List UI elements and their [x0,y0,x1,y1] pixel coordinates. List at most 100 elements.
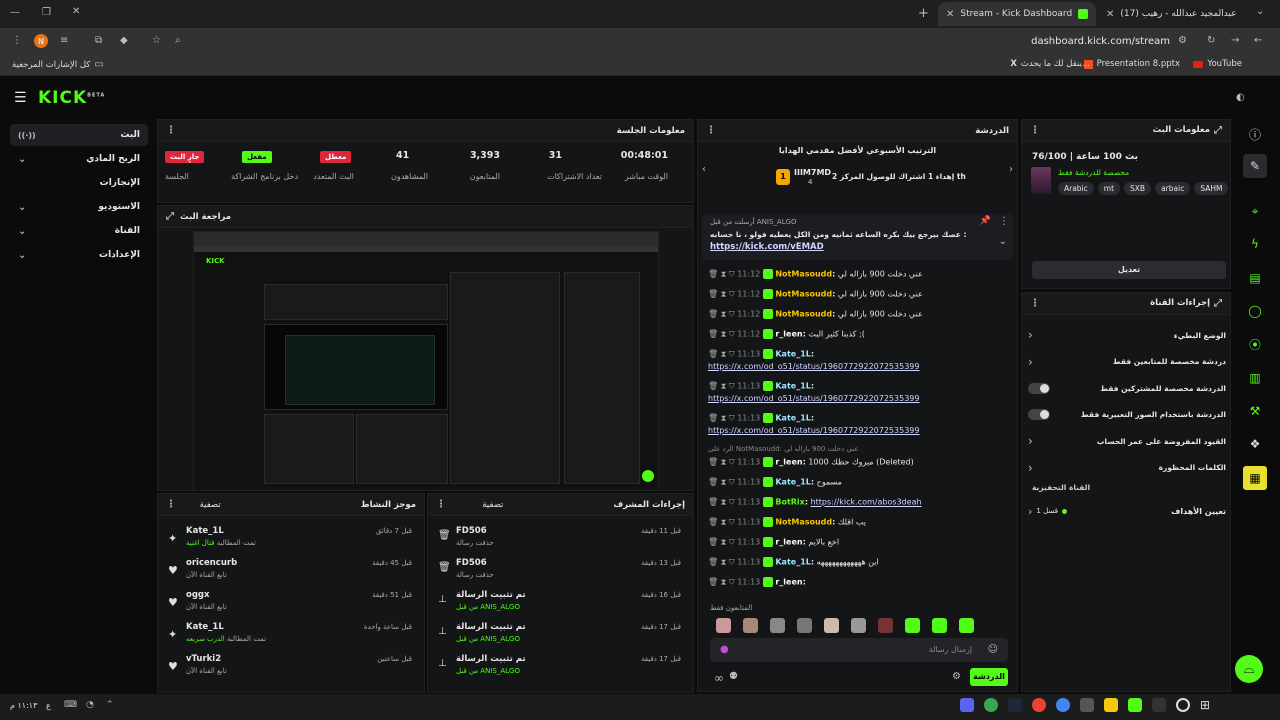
trash-icon[interactable]: 🗑 [708,330,718,339]
sidebar-item-channel[interactable]: ⌄ القناة [10,220,148,242]
chat-message[interactable]: 🗑 ⧗ ⛉ 11:13 NotMasoudd: يب اقلك [698,517,1017,528]
set-goals-row[interactable]: › قسل 1 تعيين الأهداف [1028,502,1226,520]
message-user[interactable]: NotMasoudd [775,518,832,527]
shield-icon[interactable]: ⛉ [729,382,735,391]
moon-icon[interactable]: ◐ [1236,92,1245,103]
chat-bubble-icon[interactable]: ◯ [1243,299,1267,323]
chat-message[interactable]: 🗑 ⧗ ⛉ 11:13 Kate_1L: ابن ههههههههههههه [698,557,1017,568]
explorer-icon[interactable] [1104,698,1118,712]
shield-icon[interactable]: ⛉ [729,310,735,319]
store-icon[interactable] [1152,698,1166,712]
chat-message[interactable]: 🗑 ⧗ ⛉ 11:13 Kate_1L: [698,413,1017,424]
trash-icon[interactable]: 🗑 [708,478,718,487]
timeout-icon[interactable]: ⧗ [721,270,727,279]
gear-icon[interactable]: ⚙ [952,671,961,682]
language-indicator[interactable]: ع [46,701,51,710]
sidebar-item-achievements[interactable]: الإنجازات [10,172,148,194]
chat-message[interactable]: 🗑 ⧗ ⛉ 11:12 r_leen: كذبنا كثير البث ;( [698,329,1017,340]
chat-message[interactable]: 🗑 ⧗ ⛉ 11:13 r_leen: مبروك حظك 1000 (Dele… [698,457,1017,468]
activity-item[interactable]: ♥ vTurki2 تابع القناة الآن قبل ساعتين [158,652,424,682]
more-options-icon[interactable]: ⋮ [436,499,446,510]
more-options-icon[interactable]: ⋮ [706,125,716,136]
search-icon[interactable] [1176,698,1190,712]
tag[interactable]: SAHM [1194,182,1229,195]
bookmark-youtube[interactable]: YouTube [1193,59,1242,69]
message-user[interactable]: NotMasoudd [775,310,832,319]
shield-icon[interactable]: ⛉ [729,578,735,587]
viewer-avatar[interactable] [743,618,758,633]
chat-message[interactable]: 🗑 ⧗ ⛉ 11:13 Kate_1L: [698,349,1017,360]
viewer-avatar[interactable] [851,618,866,633]
timeout-icon[interactable]: ⧗ [721,498,727,507]
edit-stream-button[interactable]: تعديل [1032,261,1226,279]
stream-video-player[interactable]: KICK [193,231,659,491]
forward-icon[interactable]: → [1231,35,1239,46]
bookmark-presentation[interactable]: Presentation 8.pptx [1083,59,1180,69]
trash-icon[interactable]: 🗑 [708,518,718,527]
chat-input[interactable]: ● إرسال رسالة ☺ [710,638,1008,662]
message-link[interactable]: https://x.com/od_o51/status/196077292207… [698,426,1017,435]
activity-item[interactable]: ✦ Kate_1L تمت المطالبة الدرب سريعه قبل ساعة… [158,620,424,650]
chat-message[interactable]: 🗑 ⧗ ⛉ 11:12 NotMasoudd: عني دخلت 900 باز… [698,309,1017,320]
trash-icon[interactable]: 🗑 [708,382,718,391]
shield-icon[interactable]: ⛉ [729,498,735,507]
sidebar-item-monetization[interactable]: ⌄ الربح المادي [10,148,148,170]
viewer-avatar[interactable] [824,618,839,633]
app-icon[interactable] [1080,698,1094,712]
loop-icon[interactable]: ∞ [714,671,724,685]
trash-icon[interactable]: 🗑 [708,270,718,279]
channel-action-item[interactable]: › الوضع البطيء [1028,326,1226,344]
pinned-link[interactable]: https://kick.com/vEMAD [710,242,824,252]
install-icon[interactable]: ⧉ [95,35,102,46]
menu-dots-icon[interactable]: ⋮ [12,35,22,46]
channel-action-item[interactable]: › دردشة مخصصة للمتابعين فقط [1028,353,1226,371]
expand-icon[interactable]: ⤢ [166,211,174,222]
message-user[interactable]: Kate_1L [775,414,811,423]
chat-message[interactable]: 🗑 ⧗ ⛉ 11:12 NotMasoudd: عني دخلت 900 باز… [698,269,1017,280]
trash-icon[interactable]: 🗑 [708,458,718,467]
shield-icon[interactable]: ⛉ [729,330,735,339]
message-user[interactable]: r_leen [775,538,802,547]
shield-icon[interactable]: ⛉ [729,558,735,567]
shield-icon[interactable]: ⛉ [729,290,735,299]
tab-kick-dashboard[interactable]: ✕ Stream - Kick Dashboard [938,2,1096,26]
chat-message[interactable]: 🗑 ⧗ ⛉ 11:12 NotMasoudd: عني دخلت 900 باز… [698,289,1017,300]
mod-action-item[interactable]: 🗑 FD506 حذفت رسالة قبل 13 دقيقة [428,556,693,586]
trash-icon[interactable]: 🗑 [708,558,718,567]
viewer-avatar[interactable] [959,618,974,633]
mod-action-item[interactable]: 🗑 FD506 حذفت رسالة قبل 11 دقيقة [428,524,693,554]
chrome-icon[interactable] [984,698,998,712]
url-field[interactable]: dashboard.kick.com/stream [1000,36,1170,47]
category-name[interactable]: مخصصة للدردشة فقط [1058,168,1129,177]
message-link[interactable]: https://x.com/od_o51/status/196077292207… [698,362,1017,371]
emoji-icon[interactable]: ☺ [988,644,998,655]
message-user[interactable]: Kate_1L [775,350,811,359]
trash-icon[interactable]: 🗑 [708,310,718,319]
shield-icon[interactable]: ⛉ [729,538,735,547]
restore-icon[interactable]: ❐ [42,7,51,18]
close-window-icon[interactable]: ✕ [72,6,80,17]
trash-icon[interactable]: 🗑 [708,578,718,587]
site-settings-icon[interactable]: ⚙ [1178,35,1187,46]
shield-icon[interactable]: ⛉ [729,458,735,467]
kick-app-icon[interactable] [1128,698,1142,712]
new-tab-icon[interactable]: + [918,6,929,21]
users-icon[interactable]: ⚉ [729,671,738,682]
tab-search-icon[interactable]: ⌄ [1256,6,1264,17]
trash-icon[interactable]: 🗑 [708,350,718,359]
discord-icon[interactable] [960,698,974,712]
chevron-up-icon[interactable]: ⌃ [106,700,114,710]
kick-logo[interactable]: KICKBETA [38,88,105,108]
extensions-icon[interactable]: ≡ [60,35,68,46]
minimize-icon[interactable]: — [10,7,20,18]
message-link[interactable]: https://x.com/od_o51/status/196077292207… [698,394,1017,403]
sidebar-item-stream[interactable]: ((·)) البث [10,124,148,146]
timeout-icon[interactable]: ⧗ [721,558,727,567]
message-user[interactable]: r_leen [775,578,802,587]
sidebar-item-settings[interactable]: ⌄ الإعدادات [10,244,148,266]
back-icon[interactable]: ← [1254,35,1262,46]
clapper-icon[interactable]: ▦ [1243,466,1267,490]
more-options-icon[interactable]: ⋮ [166,125,176,136]
chat-send-button[interactable]: الدردشة [970,668,1008,686]
viewer-avatar[interactable] [716,618,731,633]
